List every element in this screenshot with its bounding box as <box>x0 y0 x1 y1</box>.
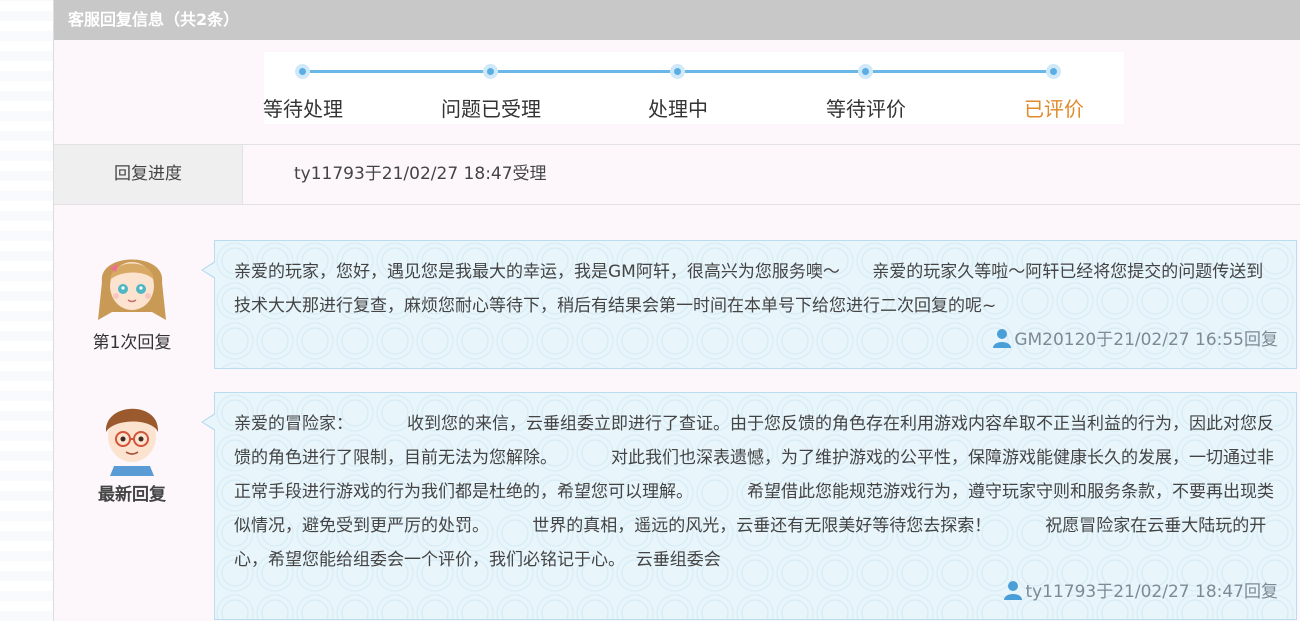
reply-meta-text: GM20120于21/02/27 16:55回复 <box>1014 330 1278 350</box>
user-icon <box>1004 581 1023 600</box>
reply-caption: 最新回复 <box>98 485 166 505</box>
reply-bubble: 亲爱的冒险家： 收到您的来信，云垂组委立即进行了查证。由于您反馈的角色存在利用游… <box>201 392 1297 620</box>
progress-tracker: 等待处理 问题已受理 处理中 等待评价 已评价 <box>263 52 1124 124</box>
step-label-awaiting-review: 等待评价 <box>826 97 906 121</box>
reply-meta: ty11793于21/02/27 18:47回复 <box>1003 577 1278 602</box>
step-label-waiting: 等待处理 <box>263 97 343 121</box>
reply-bubble: 亲爱的玩家，您好，遇见您是我最大的幸运，我是GM阿轩，很高兴为您服务噢～ 亲爱的… <box>201 240 1297 369</box>
reply-progress-value: ty11793于21/02/27 18:47受理 <box>294 164 547 184</box>
step-label-accepted: 问题已受理 <box>441 97 541 121</box>
reply-meta: GM20120于21/02/27 16:55回复 <box>992 325 1278 350</box>
reply-text: 亲爱的冒险家： 收到您的来信，云垂组委立即进行了查证。由于您反馈的角色存在利用游… <box>234 414 1275 570</box>
step-label-processing: 处理中 <box>648 97 708 121</box>
progress-node-waiting <box>295 64 310 79</box>
progress-node-reviewed <box>1046 64 1061 79</box>
progress-node-processing <box>670 64 685 79</box>
reply-progress-row: 回复进度 ty11793于21/02/27 18:47受理 <box>54 144 1300 205</box>
panel-title: 客服回复信息（共2条） <box>68 10 240 29</box>
panel-header: 客服回复信息（共2条） <box>54 0 1300 40</box>
girl-avatar-icon <box>90 242 174 326</box>
user-icon <box>993 329 1012 348</box>
step-label-reviewed: 已评价 <box>1024 97 1084 121</box>
progress-node-awaiting-review <box>858 64 873 79</box>
reply-caption: 第1次回复 <box>92 333 172 353</box>
progress-node-accepted <box>483 64 498 79</box>
boy-avatar-icon <box>90 392 174 476</box>
reply-text: 亲爱的玩家，您好，遇见您是我最大的幸运，我是GM阿轩，很高兴为您服务噢～ 亲爱的… <box>234 262 1264 316</box>
reply-progress-label: 回复进度 <box>54 145 243 204</box>
reply-panel: 客服回复信息（共2条） 等待处理 问题已受理 处理中 等待评价 已评价 回复进度… <box>53 0 1300 621</box>
left-background-decoration <box>0 0 53 621</box>
reply-meta-text: ty11793于21/02/27 18:47回复 <box>1025 582 1278 602</box>
